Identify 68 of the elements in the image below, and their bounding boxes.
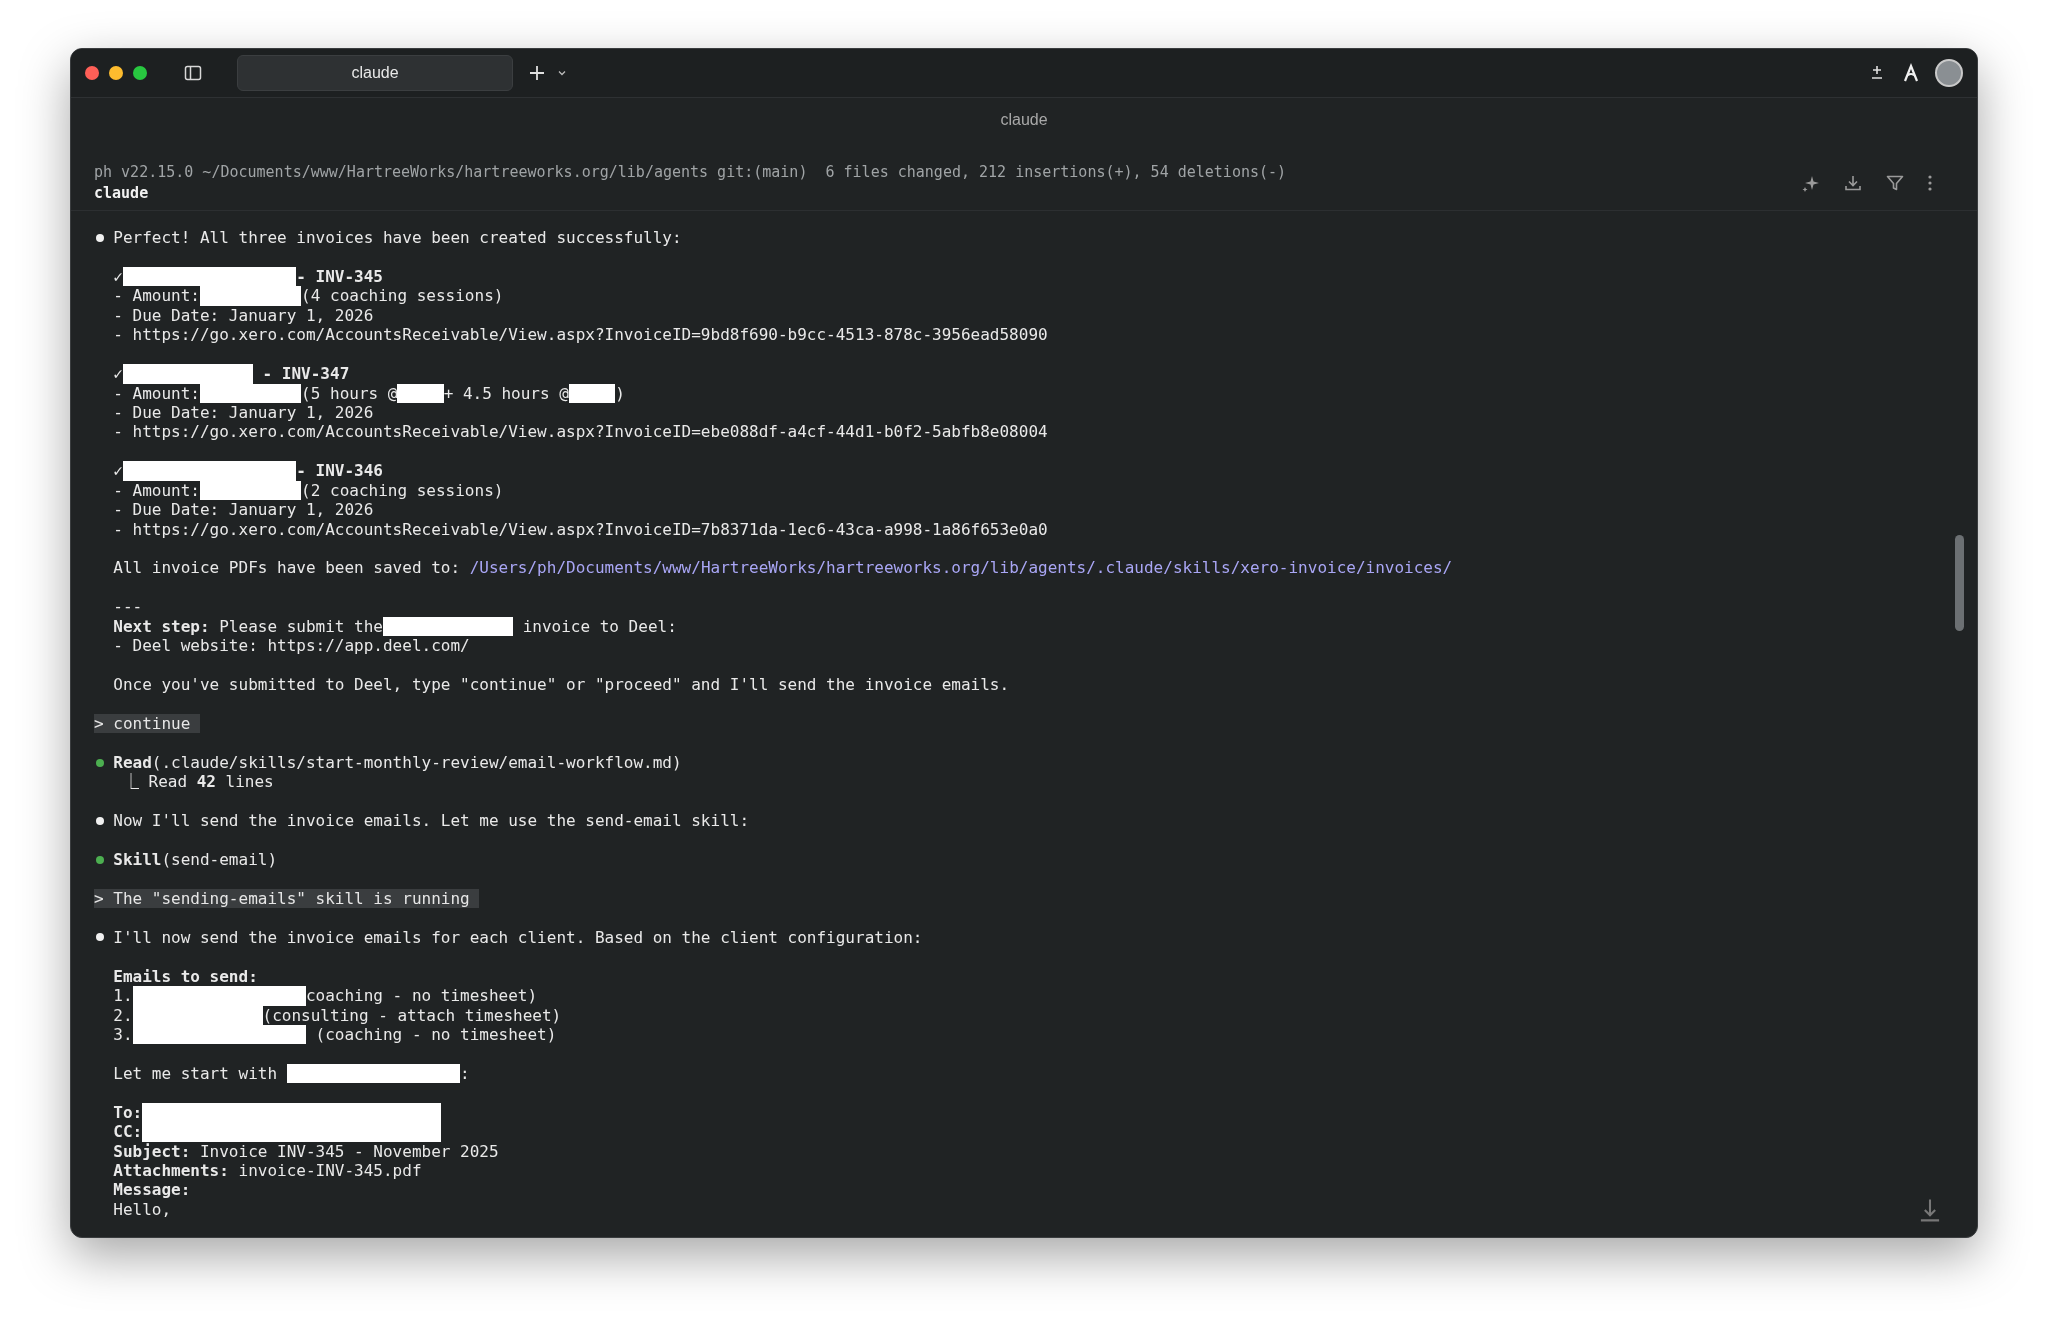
output-text: Perfect! All three invoices have been created successfully:	[113, 228, 682, 248]
output-text: - Due Date: January 1, 2026	[113, 305, 374, 326]
avatar[interactable]	[1935, 59, 1963, 87]
output-text: - Deel website: https://app.deel.com/	[113, 636, 470, 656]
output-text: (2 coaching sessions)	[301, 480, 504, 501]
chevron-down-icon[interactable]	[557, 68, 567, 78]
sidebar-toggle-icon[interactable]	[183, 63, 203, 83]
output-text: Skill(send-email)	[113, 850, 278, 870]
output-text: invoice to Deel:	[521, 616, 677, 637]
output-text: 2.	[113, 1005, 133, 1025]
output-text: All invoice PDFs have been saved to:	[113, 558, 462, 578]
output-text: (5 hours @	[301, 383, 398, 403]
output-text: Hello,	[113, 1199, 172, 1220]
filter-icon[interactable]	[1885, 173, 1905, 193]
output-text: - Amount:	[113, 286, 200, 306]
output-text: Now I'll send the invoice emails. Let me use the send-email skill:	[113, 811, 750, 831]
output-text: CC:	[113, 1122, 143, 1142]
scrollbar-thumb[interactable]	[1955, 535, 1964, 631]
output-text: - Due Date: January 1, 2026	[113, 402, 374, 423]
output-text: Read(.claude/skills/start-monthly-review/email-workflow.md)	[113, 752, 682, 773]
output-text: (4 coaching sessions)	[301, 286, 504, 306]
output-text: 3.	[113, 1024, 133, 1045]
redaction-block	[568, 383, 616, 403]
close-button[interactable]	[85, 66, 99, 80]
output-text: ⎿ Read 42 lines	[122, 772, 274, 792]
download-icon[interactable]	[1843, 173, 1863, 193]
output-text: Message:	[113, 1180, 191, 1200]
user-prompt: > The "sending-emails" skill is running	[94, 888, 480, 909]
output-text: Next step: Please submit the	[113, 616, 383, 637]
output-text: - INV-346	[296, 461, 383, 481]
output-text: I'll now send the invoice emails for each client. Based on the client configuration:	[113, 927, 923, 948]
new-tab-icon[interactable]	[527, 63, 547, 83]
output-text: :	[460, 1063, 470, 1084]
output-text: Let me start with	[113, 1063, 279, 1084]
window-title: claude	[1000, 110, 1048, 130]
file-path-link[interactable]: /Users/ph/Documents/www/HartreeWorks/hartreeworks.org/lib/agents/.claude/skills/xero-invoice/invoices/	[469, 558, 1453, 578]
output-text: )	[615, 383, 625, 403]
output-text: 1.	[113, 986, 133, 1006]
output-text: ✓	[113, 364, 123, 384]
output-text: - https://go.xero.com/AccountsReceivable/View.aspx?InvoiceID=9bd8f690-b9cc-4513-878c-3956ead58090	[113, 325, 1048, 345]
maximize-button[interactable]	[133, 66, 147, 80]
output-text: Attachments: invoice-INV-345.pdf	[113, 1161, 422, 1181]
output-text: - https://go.xero.com/AccountsReceivable/View.aspx?InvoiceID=ebe088df-a4cf-44d1-b0f2-5abfb8e08004	[113, 422, 1048, 442]
output-text: (consulting - attach timesheet)	[262, 1005, 562, 1025]
output-text: - Amount:	[113, 480, 200, 501]
redaction-block	[397, 383, 444, 403]
command-text: claude	[94, 183, 150, 204]
output-text: - INV-345	[296, 266, 383, 287]
output-text: Emails to send:	[113, 966, 258, 987]
output-text: - https://go.xero.com/AccountsReceivable/View.aspx?InvoiceID=7b8371da-1ec6-43ca-a998-1a86f653e0a0	[113, 519, 1048, 539]
status-line: ph v22.15.0 ~/Documents/www/HartreeWorks/hartreeworks.org/lib/agents git:(main) 6 files changed, 212 insertions(+), 54 deletions(-)	[94, 162, 1288, 183]
output-text: - INV-347	[261, 364, 350, 384]
output-text: ✓	[113, 266, 123, 287]
output-text: Subject: Invoice INV-345 - November 2025	[113, 1141, 499, 1161]
letter-a-logo-icon[interactable]	[1901, 63, 1921, 83]
output-text: ---	[113, 597, 143, 617]
user-prompt: > continue	[94, 713, 200, 734]
tab[interactable]: claude	[237, 55, 513, 91]
more-options-icon[interactable]	[1927, 173, 1933, 193]
minimize-button[interactable]	[109, 66, 123, 80]
output-text: ✓	[113, 461, 123, 481]
output-text: - Due Date: January 1, 2026	[113, 500, 374, 520]
output-text: (coaching - no timesheet)	[314, 1024, 557, 1045]
output-text: + 4.5 hours @	[443, 383, 569, 403]
output-text: coaching - no timesheet)	[305, 986, 538, 1006]
output-text: - Amount:	[113, 383, 200, 403]
output-text: Once you've submitted to Deel, type "continue" or "proceed" and I'll send the invoice emails.	[113, 675, 1010, 695]
output-text: To:	[113, 1102, 143, 1123]
